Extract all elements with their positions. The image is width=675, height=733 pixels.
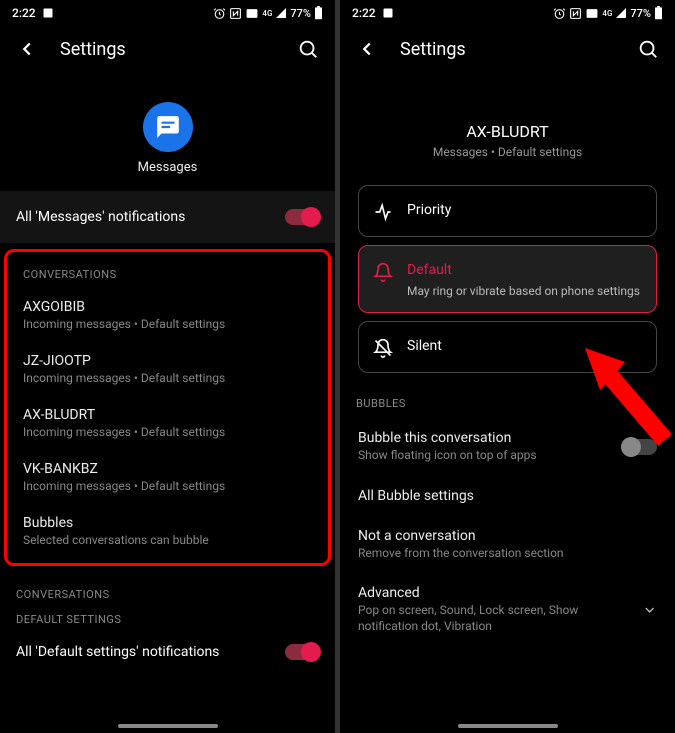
app-name: Messages [138,160,198,175]
header: Settings [340,24,675,74]
all-messages-label: All 'Messages' notifications [16,209,185,225]
all-bubble-row[interactable]: All Bubble settings [340,476,675,516]
not-conv-label: Not a conversation [358,528,657,544]
section-conversations-2: CONVERSATIONS [0,572,335,609]
section-conversations: CONVERSATIONS [7,252,328,289]
status-time: 2:22 [352,6,376,20]
nfc-icon [229,7,242,20]
priority-option[interactable]: Priority [358,185,657,237]
all-default-toggle-row[interactable]: All 'Default settings' notifications [0,634,335,660]
status-bar: 2:22 4G 77% [0,0,335,24]
conversation-header: AX-BLUDRT Messages • Default settings [340,74,675,177]
conversation-item[interactable]: VK-BANKBZ Incoming messages • Default se… [7,451,328,505]
app-header: Messages [0,74,335,191]
battery-pct: 77% [290,7,311,20]
nfc-icon [569,7,582,20]
data-icon [245,7,259,20]
toggle-switch[interactable] [285,209,319,225]
not-conv-sub: Remove from the conversation section [358,546,657,562]
screenshot-icon [382,7,394,19]
chevron-down-icon [642,600,657,620]
all-bubble-label: All Bubble settings [358,488,657,504]
default-sub: May ring or vibrate based on phone setti… [407,284,640,298]
bubble-this-sub: Show floating icon on top of apps [358,448,537,464]
signal-type: 4G [262,9,272,18]
search-icon[interactable] [297,38,319,60]
toggle-switch[interactable] [623,439,657,455]
back-icon[interactable] [356,38,378,60]
battery-icon [654,6,663,20]
highlight-box: CONVERSATIONS AXGOIBIB Incoming messages… [4,249,331,566]
conversation-item[interactable]: AX-BLUDRT Incoming messages • Default se… [7,397,328,451]
header: Settings [0,24,335,74]
alarm-icon [213,7,226,20]
conversation-item[interactable]: AXGOIBIB Incoming messages • Default set… [7,289,328,343]
signal-icon [615,7,627,19]
all-messages-toggle-row[interactable]: All 'Messages' notifications [0,191,335,243]
status-bar: 2:22 4G 77% [340,0,675,24]
section-bubbles: BUBBLES [340,381,675,418]
bubble-this-label: Bubble this conversation [358,430,537,446]
conversation-name: AX-BLUDRT [340,122,675,141]
advanced-sub: Pop on screen, Sound, Lock screen, Show … [358,603,632,634]
section-default-settings: DEFAULT SETTINGS [0,609,335,634]
bell-icon [373,262,393,282]
messages-app-icon [143,102,193,152]
battery-icon [314,6,323,20]
silent-label: Silent [407,338,442,354]
gesture-bar [118,724,218,728]
not-conversation-row[interactable]: Not a conversation Remove from the conve… [340,516,675,574]
right-screenshot: 2:22 4G 77% Settings AX-BLUDRT Messages … [340,0,675,733]
advanced-label: Advanced [358,585,632,601]
bell-off-icon [373,338,393,358]
priority-icon [373,202,393,222]
all-default-label: All 'Default settings' notifications [16,644,219,660]
page-title: Settings [60,39,275,60]
gesture-bar [458,724,558,728]
signal-icon [275,7,287,19]
bubble-this-row[interactable]: Bubble this conversation Show floating i… [340,418,675,476]
signal-type: 4G [602,9,612,18]
status-time: 2:22 [12,6,36,20]
screenshot-icon [42,7,54,19]
silent-option[interactable]: Silent [358,321,657,373]
default-option[interactable]: Default May ring or vibrate based on pho… [358,245,657,313]
page-title: Settings [400,39,615,60]
priority-label: Priority [407,202,451,218]
data-icon [585,7,599,20]
conversation-sub: Messages • Default settings [340,145,675,159]
battery-pct: 77% [630,7,651,20]
default-label: Default [407,262,640,278]
alarm-icon [553,7,566,20]
back-icon[interactable] [16,38,38,60]
conversation-item[interactable]: JZ-JIOOTP Incoming messages • Default se… [7,343,328,397]
toggle-switch[interactable] [285,644,319,660]
advanced-row[interactable]: Advanced Pop on screen, Sound, Lock scre… [340,573,675,646]
left-screenshot: 2:22 4G 77% Settings Messages All 'Messa… [0,0,335,733]
search-icon[interactable] [637,38,659,60]
bubbles-item[interactable]: Bubbles Selected conversations can bubbl… [7,505,328,559]
